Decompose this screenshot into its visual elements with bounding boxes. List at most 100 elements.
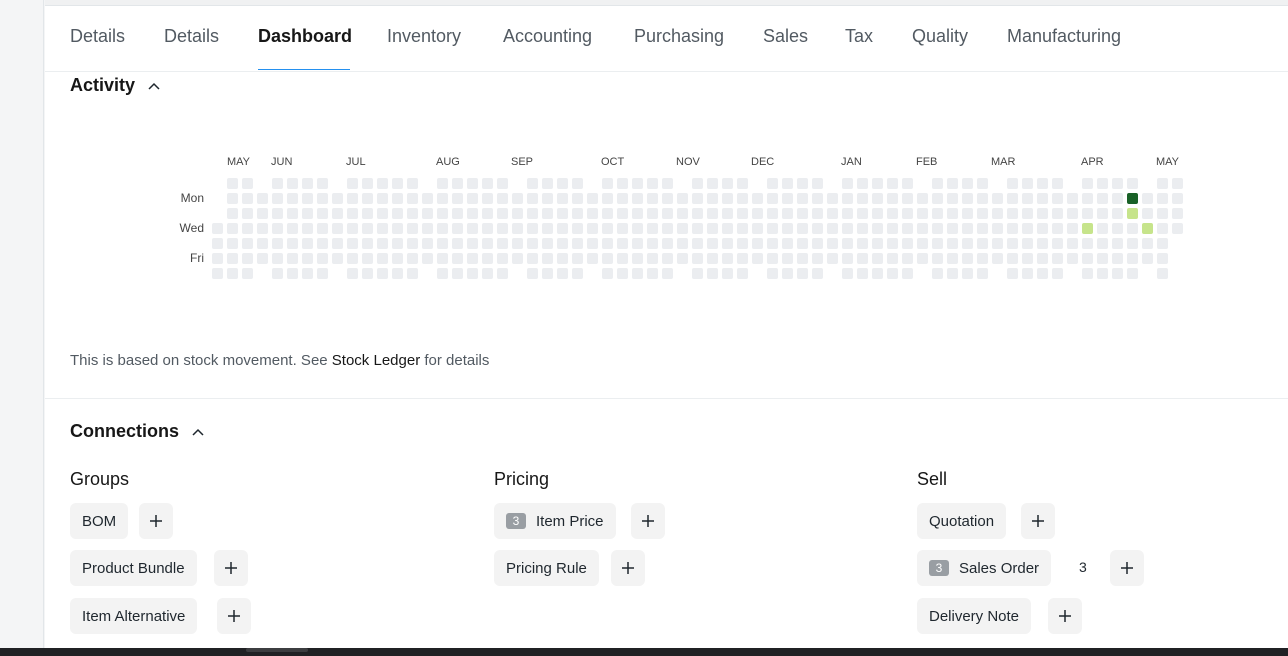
add-item-alternative-button[interactable] [217,598,251,634]
heatmap-cell [332,253,343,264]
heatmap-cell [767,253,778,264]
month-label: OCT [601,156,625,168]
tab-tax[interactable]: Tax [845,26,873,47]
add-sales-order-button[interactable] [1110,550,1144,586]
add-quotation-button[interactable] [1021,503,1055,539]
heatmap-cell [1082,238,1093,249]
add-delivery-note-button[interactable] [1048,598,1082,634]
product-bundle-link[interactable]: Product Bundle [70,550,197,586]
heatmap-cell [212,268,223,279]
heatmap-cell [257,193,268,204]
tab-details[interactable]: Details [70,26,125,47]
heatmap-cell [962,253,973,264]
heatmap-cell [857,223,868,234]
quotation-label: Quotation [929,512,995,530]
heatmap-cell [587,193,598,204]
pricing-rule-link[interactable]: Pricing Rule [494,550,599,586]
heatmap-cell [1157,268,1168,279]
add-product-bundle-button[interactable] [214,550,248,586]
add-pricing-rule-button[interactable] [611,550,645,586]
heatmap-cell [1082,178,1093,189]
delivery-note-label: Delivery Note [929,607,1020,625]
heatmap-cell [572,253,583,264]
heatmap-cell [287,193,298,204]
sales-order-label: Sales Order [959,559,1040,577]
heatmap-cell [632,223,643,234]
tab-purchasing[interactable]: Purchasing [634,26,724,47]
heatmap-cell [242,178,253,189]
heatmap-cell [752,223,763,234]
heatmap-cell [527,238,538,249]
tab-sales[interactable]: Sales [763,26,808,47]
activity-section-header[interactable]: Activity [70,75,161,96]
heatmap-cell [452,268,463,279]
connections-section-header[interactable]: Connections [70,421,205,442]
heatmap-cell [467,238,478,249]
heatmap-cell [977,223,988,234]
plus-icon [150,515,162,527]
heatmap-cell [392,193,403,204]
heatmap-cell [272,268,283,279]
pricing-rule-label: Pricing Rule [506,559,587,577]
heatmap-cell [932,193,943,204]
heatmap-cell [392,268,403,279]
bom-link[interactable]: BOM [70,503,129,539]
heatmap-cell [347,208,358,219]
month-label: FEB [916,156,938,168]
heatmap-cell [1097,208,1108,219]
sales-order-link[interactable]: 3 Sales Order [917,550,1052,586]
heatmap-cell [722,238,733,249]
heatmap-cell [1007,178,1018,189]
tab-quality[interactable]: Quality [912,26,968,47]
item-price-link[interactable]: 3 Item Price [494,503,616,539]
heatmap-cell [1157,223,1168,234]
heatmap-cell [1082,193,1093,204]
item-alternative-link[interactable]: Item Alternative [70,598,198,634]
stock-ledger-link[interactable]: Stock Ledger [332,352,420,369]
add-bom-button[interactable] [139,503,173,539]
quotation-link[interactable]: Quotation [917,503,1007,539]
heatmap-cell [587,253,598,264]
heatmap-cell [407,253,418,264]
heatmap-cell [692,178,703,189]
tab-dashboard[interactable]: Dashboard [258,26,352,47]
heatmap-cell [467,193,478,204]
heatmap-cell [467,268,478,279]
heatmap-cell [782,253,793,264]
heatmap-cell [452,238,463,249]
heatmap-cell [1172,193,1183,204]
delivery-note-link[interactable]: Delivery Note [917,598,1032,634]
heatmap-cell [677,193,688,204]
heatmap-cell [767,223,778,234]
heatmap-cell [557,208,568,219]
heatmap-cell [617,253,628,264]
heatmap-cell [932,238,943,249]
heatmap-cell [797,208,808,219]
heatmap-cell [1157,193,1168,204]
heatmap-cell [1142,253,1153,264]
tab-inventory[interactable]: Inventory [387,26,461,47]
heatmap-cell [572,238,583,249]
heatmap-cell [362,178,373,189]
heatmap-cell [782,223,793,234]
heatmap-cell [392,253,403,264]
tab-accounting[interactable]: Accounting [503,26,592,47]
heatmap-cell [842,208,853,219]
heatmap-cell [1052,178,1063,189]
tab-details-2[interactable]: Details [164,26,219,47]
heatmap-cell [887,178,898,189]
heatmap-cell [737,178,748,189]
heatmap-cell [617,193,628,204]
heatmap-cell [872,178,883,189]
product-bundle-label: Product Bundle [82,559,185,577]
heatmap-cell [752,253,763,264]
heatmap-cell [272,208,283,219]
month-label: MAY [1156,156,1180,168]
heatmap-cell [1007,253,1018,264]
tab-manufacturing[interactable]: Manufacturing [1007,26,1121,47]
heatmap-cell [782,208,793,219]
heatmap-cell [797,178,808,189]
add-item-price-button[interactable] [631,503,665,539]
heatmap-cell [782,238,793,249]
heatmap-cell [542,253,553,264]
